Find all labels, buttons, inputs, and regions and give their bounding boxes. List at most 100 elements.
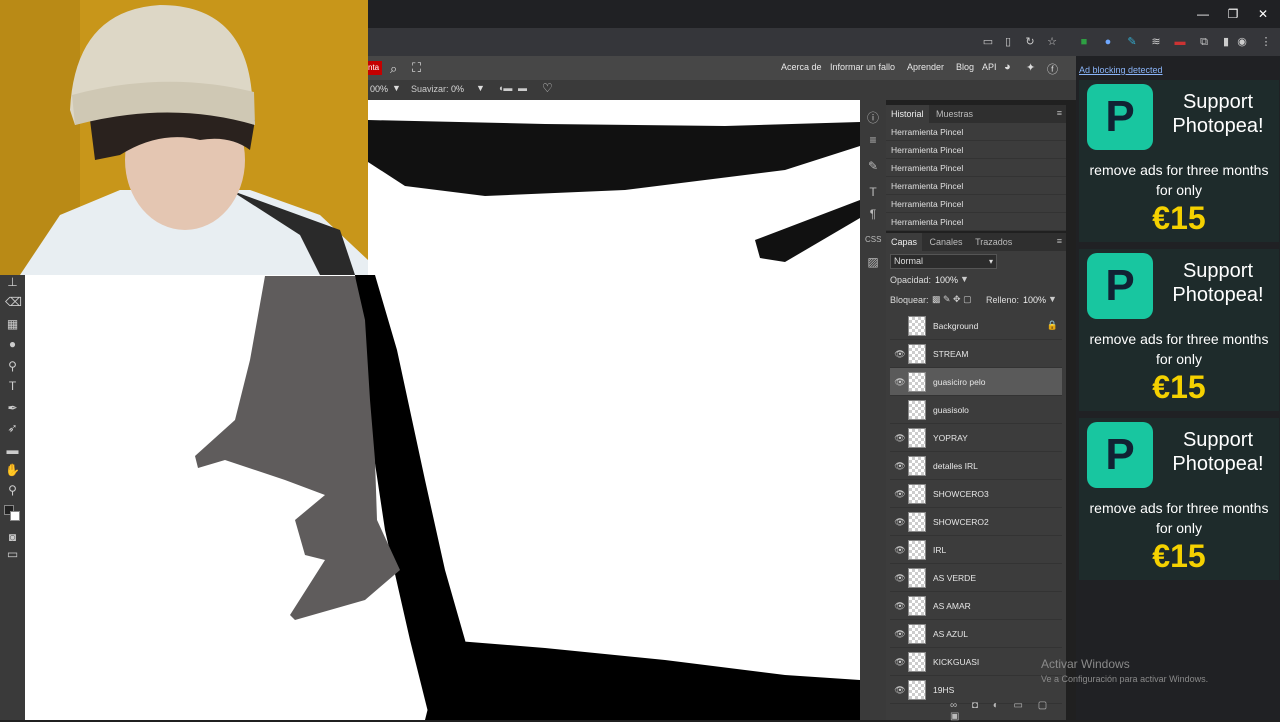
zoom-tool-icon[interactable]: ⚲	[5, 483, 20, 498]
eye-icon[interactable]: 👁	[894, 516, 906, 528]
character-icon[interactable]: T	[865, 184, 881, 200]
history-item[interactable]: Herramienta Pincel	[886, 195, 1066, 213]
smooth-value[interactable]: 0%	[451, 84, 464, 94]
panel-menu-icon[interactable]: ≡	[1057, 236, 1062, 246]
history-item[interactable]: Herramienta Pincel	[886, 159, 1066, 177]
tab-paths[interactable]: Trazados	[970, 233, 1017, 251]
minimize-button[interactable]: —	[1188, 4, 1218, 24]
bookmark-star-icon[interactable]: ☆	[1044, 34, 1060, 50]
menu-blog-link[interactable]: Blog	[956, 62, 974, 72]
eye-icon[interactable]: 👁	[894, 460, 906, 472]
heart-icon[interactable]: ♡	[542, 81, 553, 95]
history-item[interactable]: Herramienta Pincel	[886, 213, 1066, 231]
layer-name[interactable]: SHOWCERO2	[933, 508, 989, 536]
tab-layers[interactable]: Capas	[886, 233, 923, 251]
fill-value[interactable]: 100%	[1023, 295, 1046, 305]
type-tool-icon[interactable]: T	[5, 379, 20, 394]
eye-icon[interactable]	[894, 320, 906, 332]
search-icon[interactable]: ⌕	[390, 61, 397, 77]
layer-name[interactable]: guasiciro pelo	[933, 368, 985, 396]
layer-row[interactable]: guasisolo	[890, 396, 1062, 424]
sidebar-icon[interactable]: ▮	[1218, 34, 1234, 50]
layer-name[interactable]: KICKGUASI	[933, 648, 979, 676]
ad-blocking-link[interactable]: Ad blocking detected	[1079, 65, 1163, 75]
brush-size-icon[interactable]: ▬	[518, 83, 527, 93]
account-button[interactable]: nta	[368, 61, 382, 75]
history-item[interactable]: Herramienta Pincel	[886, 177, 1066, 195]
dodge-tool-icon[interactable]: ⚲	[5, 359, 20, 374]
lock-options-icon[interactable]: ▩ ✎ ✥ ▢	[932, 294, 972, 305]
adjustments-icon[interactable]: ≡	[865, 132, 881, 148]
eye-icon[interactable]: 👁	[894, 656, 906, 668]
layer-name[interactable]: SHOWCERO3	[933, 480, 989, 508]
save-page-icon[interactable]: ▭	[980, 34, 996, 50]
browser-menu-icon[interactable]: ⋮	[1258, 34, 1274, 50]
eye-icon[interactable]: 👁	[894, 684, 906, 696]
layer-name[interactable]: detalles IRL	[933, 452, 978, 480]
reddit-icon[interactable]: ◕	[1004, 61, 1011, 73]
history-item[interactable]: Herramienta Pincel	[886, 123, 1066, 141]
eraser-tool-icon[interactable]: ⌫	[5, 295, 22, 310]
extensions-puzzle-icon[interactable]: ⧉	[1196, 34, 1212, 50]
tab-history[interactable]: Historial	[886, 105, 929, 123]
opacity-value[interactable]: 100%	[935, 275, 958, 285]
layer-name[interactable]: IRL	[933, 536, 946, 564]
eye-icon[interactable]: 👁	[894, 376, 906, 388]
close-window-button[interactable]: ✕	[1248, 4, 1278, 24]
menu-report-bug-link[interactable]: Informar un fallo	[830, 62, 895, 72]
css-icon[interactable]: CSS	[865, 232, 881, 248]
chevron-down-icon[interactable]: ▼	[1048, 294, 1057, 304]
facebook-icon[interactable]: ⓕ	[1047, 61, 1058, 77]
layer-name[interactable]: AS VERDE	[933, 564, 976, 592]
extension-translate-icon[interactable]: ✎	[1124, 34, 1140, 50]
gradient-tool-icon[interactable]: ▦	[5, 317, 20, 332]
blend-mode-select[interactable]: Normal ▾	[890, 254, 997, 269]
layer-row[interactable]: 👁 IRL	[890, 536, 1062, 564]
rectangle-tool-icon[interactable]: ▬	[5, 443, 20, 458]
blur-tool-icon[interactable]: ●	[5, 337, 20, 352]
menu-learn-link[interactable]: Aprender	[907, 62, 944, 72]
eye-icon[interactable]: 👁	[894, 348, 906, 360]
info-icon[interactable]: ⓘ	[865, 110, 881, 126]
image-icon[interactable]: ▨	[865, 254, 881, 270]
profile-avatar-icon[interactable]: ◉	[1234, 34, 1250, 50]
brush-settings-icon[interactable]: ✎	[865, 158, 881, 174]
layer-actions-icons[interactable]: ∞ ◘ ◐ ▭ ▢ ▣	[950, 700, 1066, 722]
layer-row[interactable]: 👁 SHOWCERO3	[890, 480, 1062, 508]
twitter-icon[interactable]: ✦	[1026, 61, 1035, 74]
ad-banner[interactable]: P Support Photopea! remove ads for three…	[1079, 80, 1279, 242]
layer-name[interactable]: Background	[933, 312, 978, 340]
layer-row[interactable]: 👁 SHOWCERO2	[890, 508, 1062, 536]
menu-about-link[interactable]: Acerca de	[781, 62, 822, 72]
document-icon[interactable]: ▯	[1000, 34, 1016, 50]
eye-icon[interactable]: 👁	[894, 488, 906, 500]
screen-mode-icon[interactable]: ▭	[5, 547, 20, 562]
stamp-tool-icon[interactable]: ⊥	[5, 275, 20, 290]
layer-row[interactable]: 👁 STREAM	[890, 340, 1062, 368]
layer-row[interactable]: 👁 YOPRAY	[890, 424, 1062, 452]
ad-banner[interactable]: P Support Photopea! remove ads for three…	[1079, 249, 1279, 411]
pen-tool-icon[interactable]: ✒	[5, 401, 20, 416]
layer-name[interactable]: AS AMAR	[933, 592, 971, 620]
panel-menu-icon[interactable]: ≡	[1057, 108, 1062, 118]
menu-api-link[interactable]: API	[982, 62, 997, 72]
extension-circle-icon[interactable]: ●	[1100, 34, 1116, 50]
eye-icon[interactable]	[894, 404, 906, 416]
fullscreen-icon[interactable]: ⛶	[412, 60, 421, 76]
layer-row[interactable]: 👁 guasiciro pelo	[890, 368, 1062, 396]
layer-name[interactable]: YOPRAY	[933, 424, 968, 452]
layer-name[interactable]: AS AZUL	[933, 620, 968, 648]
tab-channels[interactable]: Canales	[925, 233, 968, 251]
layer-name[interactable]: guasisolo	[933, 396, 969, 424]
eye-icon[interactable]: 👁	[894, 544, 906, 556]
background-color-swatch[interactable]	[10, 511, 20, 521]
brush-pressure-icon[interactable]: ◖▬	[498, 83, 512, 93]
layer-name[interactable]: STREAM	[933, 340, 968, 368]
layer-row[interactable]: 👁 AS AZUL	[890, 620, 1062, 648]
eye-icon[interactable]: 👁	[894, 600, 906, 612]
quick-mask-icon[interactable]: ◙	[5, 530, 20, 545]
paragraph-icon[interactable]: ¶	[865, 206, 881, 222]
chevron-down-icon[interactable]: ▼	[960, 274, 969, 284]
layer-row[interactable]: 👁 detalles IRL	[890, 452, 1062, 480]
opacity-option-value[interactable]: 00%	[370, 84, 388, 94]
